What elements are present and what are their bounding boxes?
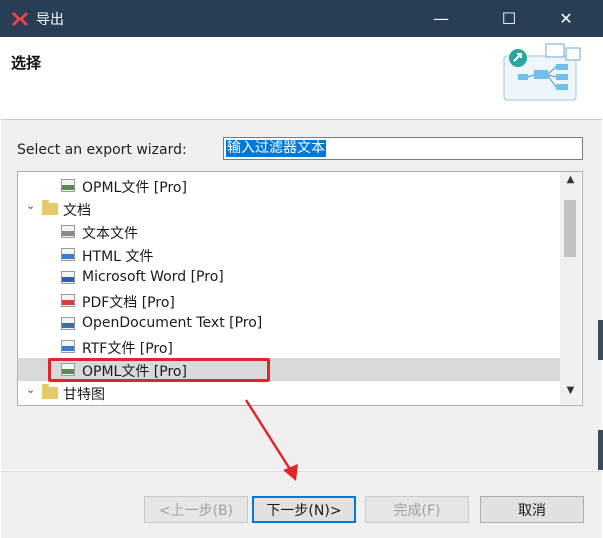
tree-item-label: Microsoft Word [Pro]: [82, 269, 224, 285]
filter-label: Select an export wizard:: [17, 142, 187, 158]
tree-scrollbar[interactable]: ▲ ▼: [560, 172, 581, 405]
close-icon: ✕: [559, 9, 573, 28]
filter-input[interactable]: 输入过滤器文本: [223, 137, 583, 160]
scroll-up-arrow-icon[interactable]: ▲: [560, 174, 581, 190]
window-title: 导出: [36, 12, 64, 28]
minimize-button[interactable]: —: [418, 0, 464, 37]
tree-folder-gantt[interactable]: ⌄ 甘特图: [18, 381, 560, 404]
tree-item-label: OPML文件 [Pro]: [82, 180, 187, 196]
wizard-footer: <上一步(B) 下一步(N)> 完成(F) 取消: [1, 471, 602, 538]
finish-button[interactable]: 完成(F): [365, 496, 469, 523]
minimize-icon: —: [433, 9, 449, 28]
opml-file-icon: [61, 179, 75, 192]
background-edge: [598, 320, 603, 360]
tree-item-label: 甘特图: [63, 387, 105, 403]
back-button[interactable]: <上一步(B): [144, 496, 248, 523]
scroll-down-arrow-icon[interactable]: ▼: [560, 385, 581, 401]
txt-file-icon: [61, 225, 75, 238]
chevron-down-icon[interactable]: ⌄: [26, 199, 35, 212]
tree-item-label: 文档: [63, 203, 91, 219]
title-bar: 导出 — ☐ ✕: [0, 0, 603, 37]
cancel-button[interactable]: 取消: [480, 496, 584, 523]
html-file-icon: [61, 248, 75, 261]
close-button[interactable]: ✕: [543, 0, 589, 37]
wizard-header: 选择: [1, 37, 602, 120]
maximize-button[interactable]: ☐: [486, 0, 532, 37]
scrollbar-thumb[interactable]: [564, 200, 576, 257]
chevron-down-icon[interactable]: ⌄: [26, 383, 35, 396]
next-button[interactable]: 下一步(N)>: [252, 496, 356, 523]
tree-item-label: PDF文档 [Pro]: [82, 295, 175, 311]
tree-item-html-file[interactable]: HTML 文件: [18, 243, 560, 266]
doc-file-icon: [61, 271, 75, 284]
folder-icon: [42, 384, 58, 399]
tree-item-label: RTF文件 [Pro]: [82, 341, 173, 357]
tree-item-label: 文本文件: [82, 226, 138, 242]
annotation-highlight-box: [48, 358, 270, 382]
rtf-file-icon: [61, 340, 75, 353]
tree-item-label: OpenDocument Text [Pro]: [82, 315, 263, 331]
tree-folder-documents[interactable]: ⌄ 文档: [18, 197, 560, 220]
folder-icon: [42, 200, 58, 215]
filter-input-value: 输入过滤器文本: [226, 140, 326, 157]
tree-item-odt[interactable]: OpenDocument Text [Pro]: [18, 312, 560, 335]
pdf-file-icon: [61, 294, 75, 307]
tree-item-rtf[interactable]: RTF文件 [Pro]: [18, 335, 560, 358]
tree-item-label: HTML 文件: [82, 249, 154, 265]
background-edge: [598, 430, 603, 470]
tree-item-opml-top[interactable]: OPML文件 [Pro]: [18, 174, 560, 197]
export-illustration-icon: [503, 43, 581, 101]
xmind-logo-icon: [11, 11, 29, 27]
odt-file-icon: [61, 317, 75, 330]
tree-item-word[interactable]: Microsoft Word [Pro]: [18, 266, 560, 289]
page-title: 选择: [11, 54, 42, 72]
maximize-icon: ☐: [501, 9, 517, 28]
tree-item-text-file[interactable]: 文本文件: [18, 220, 560, 243]
tree-item-pdf[interactable]: PDF文档 [Pro]: [18, 289, 560, 312]
wizard-body: Select an export wizard: 输入过滤器文本 OPML文件 …: [1, 120, 602, 470]
